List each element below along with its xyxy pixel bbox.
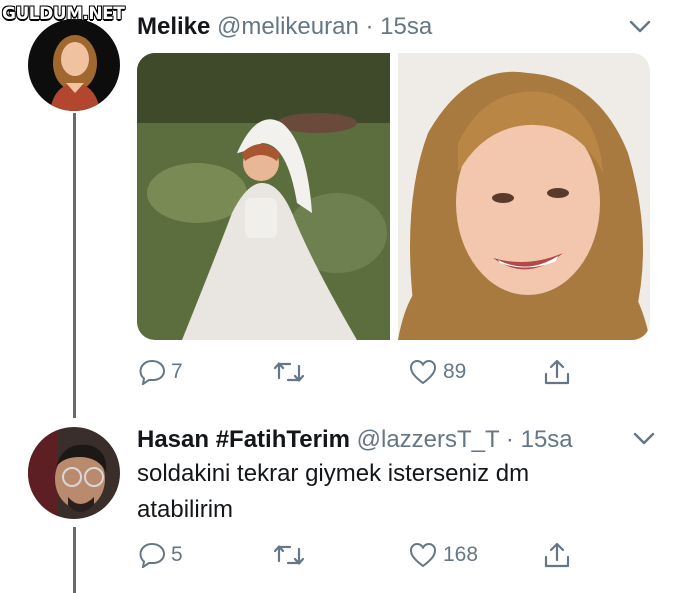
reply-button[interactable]: 7 [139,359,183,385]
separator-dot: · [365,13,374,40]
like-count: 168 [443,543,479,566]
reply-icon [139,359,166,385]
share-button[interactable] [543,541,571,569]
author-name[interactable]: Hasan #FatihTerim [137,426,350,453]
heart-icon [409,359,437,385]
like-button[interactable]: 89 [409,359,466,385]
tweet-photo-right[interactable] [398,53,650,340]
author-handle[interactable]: @lazzersT_T [357,426,500,453]
heart-icon [409,542,437,568]
avatar-hasan[interactable] [28,427,120,519]
tweet-text: soldakini tekrar giymek isterseniz dm at… [137,460,530,523]
like-count: 89 [443,360,467,383]
author-handle[interactable]: @melikeuran [217,13,359,40]
avatar-melike[interactable] [28,19,120,111]
tweet1-header: Melike @melikeuran · 15sa [137,13,432,41]
reply-icon [139,542,166,568]
retweet-button[interactable] [273,360,305,384]
separator-dot: · [505,426,514,453]
share-icon [544,542,570,568]
like-button[interactable]: 168 [409,542,478,568]
tweet-photo-left[interactable] [137,53,390,340]
chevron-down-icon[interactable] [629,20,651,39]
retweet-button[interactable] [273,543,305,567]
retweet-icon [273,362,305,382]
tweet-time[interactable]: 15sa [521,426,573,453]
thread-line-1 [73,113,76,418]
author-name[interactable]: Melike [137,13,210,40]
reply-count: 5 [171,543,183,566]
tweet-time[interactable]: 15sa [380,13,432,40]
chevron-down-icon[interactable] [633,432,655,451]
share-button[interactable] [543,358,571,386]
retweet-icon [273,545,305,565]
reply-button[interactable]: 5 [139,542,183,568]
tweet2-header: Hasan #FatihTerim @lazzersT_T · 15sa [137,426,573,454]
thread-line-2 [73,527,76,593]
reply-count: 7 [171,360,183,383]
share-icon [544,359,570,385]
